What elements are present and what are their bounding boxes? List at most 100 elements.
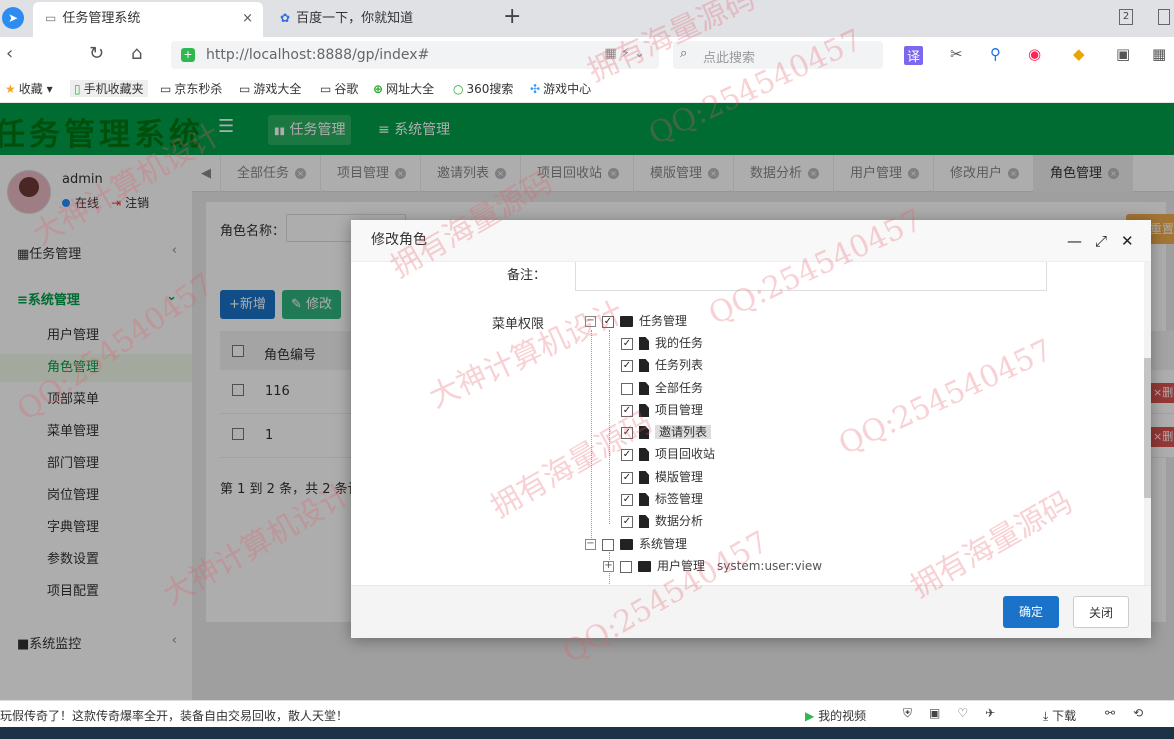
remark-label: 备注： [507, 268, 547, 283]
secure-shield-icon: + [181, 48, 195, 62]
tree-checkbox[interactable]: ✓ [602, 315, 614, 328]
dialog-body: 备注： 菜单权限 − ✓ 任务管理 ✓ 我的任务 ✓ 任务列表 全部任务 ✓ 项目管理 ✓… [351, 262, 1151, 585]
my-video-link[interactable]: ▶ 我的视频 [805, 707, 866, 724]
file-icon [639, 515, 649, 528]
bookmark-item[interactable]: ★ 收藏 ▾ [5, 80, 53, 97]
folder-icon [638, 561, 651, 572]
confirm-button[interactable]: 确定 [1003, 596, 1059, 628]
file-icon [639, 448, 649, 461]
bookmark-item[interactable]: ✣ 游戏中心 [530, 80, 591, 97]
tree-checkbox[interactable]: ✓ [621, 448, 633, 461]
window-restore-icon[interactable] [1158, 9, 1170, 25]
collapse-icon[interactable]: − [585, 539, 596, 550]
bookmark-label: 360搜索 [466, 82, 514, 96]
browser-tab-active[interactable]: ▭ 任务管理系统 × [33, 2, 263, 37]
tree-checkbox[interactable]: ✓ [621, 493, 633, 506]
play-icon: ▶ [805, 709, 815, 723]
reload-icon[interactable]: ↻ [89, 43, 104, 64]
page-icon: ▭ [239, 82, 251, 96]
window-count-badge[interactable]: 2 [1119, 9, 1133, 25]
tree-node[interactable]: ✓ 模版管理 [621, 467, 703, 487]
file-icon [639, 382, 649, 395]
tree-checkbox[interactable]: ✓ [621, 359, 633, 372]
expand-icon[interactable]: + [603, 561, 614, 572]
game-icon[interactable]: ◉ [1028, 45, 1041, 63]
bookmark-item[interactable]: ▯ 手机收藏夹 [70, 80, 148, 97]
remark-textarea[interactable] [575, 262, 1047, 291]
back-icon[interactable]: ‹ [6, 43, 13, 64]
tree-label: 任务管理 [639, 314, 688, 328]
tree-checkbox[interactable]: ✓ [621, 471, 633, 484]
url-field[interactable]: + http://localhost:8888/gp/index# ▦ ⚡ ⌄ [171, 41, 659, 69]
extension-icon[interactable]: ▣ [1116, 45, 1130, 63]
scissors-icon[interactable]: ✂ [950, 45, 963, 63]
wallet-icon[interactable]: ◆ [1073, 45, 1085, 63]
bookmark-item[interactable]: ⊕ 网址大全 [373, 80, 434, 97]
search-placeholder: 点此搜索 [703, 51, 756, 66]
download-icon: ⤓ [1043, 709, 1049, 723]
dialog-title: 修改角色 [371, 232, 427, 248]
download-link[interactable]: ⤓ 下载 [1043, 707, 1076, 724]
bookmark-item[interactable]: ▭ 游戏大全 [239, 80, 301, 97]
site-nav-icon: ⊕ [373, 82, 384, 96]
ad-text[interactable]: 玩假传奇了！这款传奇爆率全开，装备自由交易回收，散人天堂！ [0, 707, 348, 724]
grid-menu-icon[interactable]: ▦ [1152, 45, 1166, 63]
tree-label: 系统管理 [639, 537, 688, 551]
url-tools-icon[interactable]: ▦ ⚡ ⌄ [604, 46, 645, 61]
tree-node[interactable]: ✓ 任务列表 [621, 355, 703, 375]
close-button[interactable]: 关闭 [1073, 596, 1129, 628]
close-tab-icon[interactable]: × [242, 2, 253, 35]
tree-node[interactable]: + 用户管理 system:user:view [603, 556, 822, 576]
browser-tab-baidu[interactable]: ✿ 百度一下，你就知道 [268, 2, 493, 37]
tree-node[interactable]: ✓ 邀请列表 [621, 422, 712, 442]
tree-node[interactable]: − ✓ 任务管理 [585, 311, 687, 331]
file-icon [639, 359, 649, 372]
tree-node[interactable]: ✓ 项目回收站 [621, 444, 715, 464]
tree-checkbox[interactable]: ✓ [621, 404, 633, 417]
tree-node[interactable]: ✓ 数据分析 [621, 511, 703, 531]
folder-open-icon [620, 316, 633, 327]
url-text: http://localhost:8888/gp/index# [206, 47, 430, 63]
tree-checkbox[interactable] [620, 560, 632, 573]
tree-label: 项目回收站 [655, 447, 716, 461]
translate-icon[interactable]: 译 [904, 46, 924, 65]
tree-label: 我的任务 [655, 336, 704, 350]
tree-node[interactable]: ✓ 项目管理 [621, 400, 703, 420]
home-icon[interactable]: ⌂ [131, 43, 142, 64]
close-icon[interactable]: ✕ [1121, 232, 1134, 250]
minimize-icon[interactable]: — [1067, 232, 1082, 250]
tree-checkbox[interactable] [621, 382, 633, 395]
tree-label: 模版管理 [655, 470, 704, 484]
tree-checkbox[interactable]: ✓ [621, 426, 633, 439]
tree-node[interactable]: ✓ 标签管理 [621, 489, 703, 509]
tree-guide-line [591, 330, 592, 540]
bookmark-item[interactable]: ▭ 谷歌 [320, 80, 358, 97]
status-more-icons[interactable]: ⚯⟲ [1105, 706, 1161, 720]
maximize-icon[interactable]: ⤢ [1095, 232, 1107, 250]
tree-node[interactable]: − 系统管理 [585, 534, 687, 554]
browser-tab-title: 百度一下，你就知道 [296, 11, 414, 26]
os-taskbar [0, 727, 1174, 739]
bookmark-label: 游戏中心 [543, 82, 592, 96]
tree-checkbox[interactable] [602, 538, 614, 551]
magnifier-icon[interactable]: ⚲ [990, 45, 1001, 63]
bookmark-label: 收藏 [18, 82, 43, 96]
tree-label: 数据分析 [655, 514, 704, 528]
status-tool-icons[interactable]: ⛨▣♡✈ [903, 706, 1012, 721]
browser-search-input[interactable]: ⌕ 点此搜索 [673, 41, 883, 69]
browser-logo-icon[interactable]: ➤ [2, 7, 24, 29]
collapse-icon[interactable]: − [585, 316, 596, 327]
tree-node[interactable]: ✓ 我的任务 [621, 333, 703, 353]
tree-node[interactable]: 全部任务 [621, 378, 703, 398]
scrollbar-thumb[interactable] [1144, 358, 1151, 498]
new-tab-button[interactable]: + [503, 4, 521, 29]
tree-checkbox[interactable]: ✓ [621, 515, 633, 528]
tree-checkbox[interactable]: ✓ [621, 337, 633, 350]
tree-label: 用户管理 [657, 559, 706, 573]
dialog-header: 修改角色 [351, 220, 1151, 262]
page-icon: ▭ [45, 11, 57, 25]
dialog-scrollbar[interactable] [1144, 262, 1151, 585]
bookmark-item[interactable]: ▭ 京东秒杀 [160, 80, 222, 97]
browser-status-bar: 玩假传奇了！这款传奇爆率全开，装备自由交易回收，散人天堂！ ▶ 我的视频 ⛨▣♡… [0, 700, 1174, 727]
bookmark-item[interactable]: ○ 360搜索 [453, 80, 513, 97]
